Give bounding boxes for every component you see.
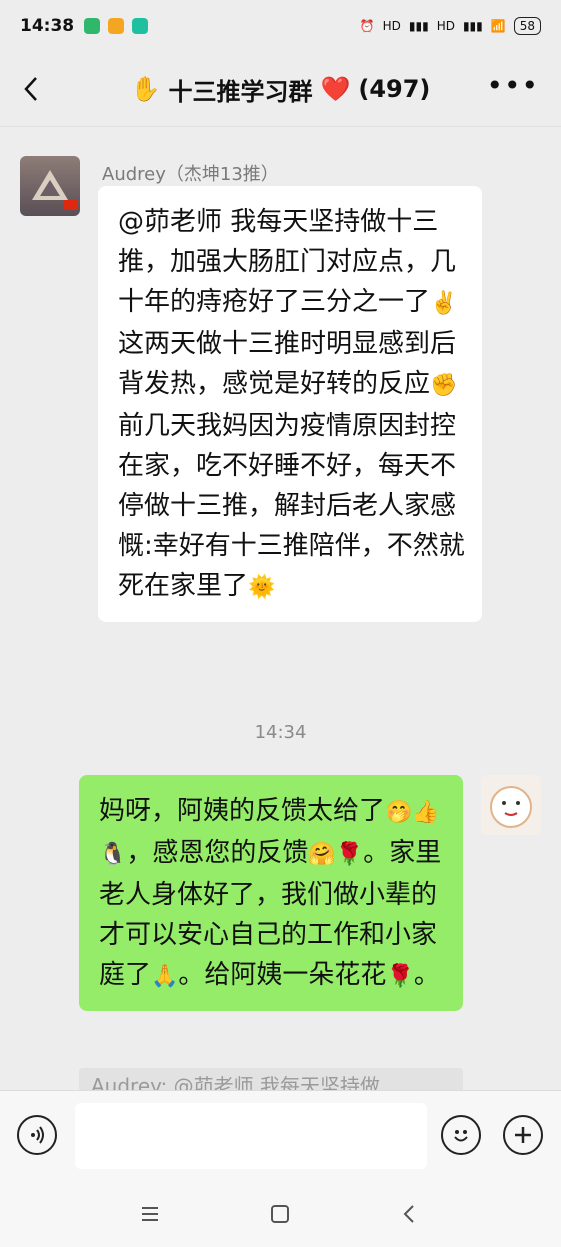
more-icon[interactable]: ••• — [486, 72, 539, 100]
member-count: (497) — [358, 75, 431, 103]
message-text: 。 — [413, 960, 440, 990]
system-nav-bar — [0, 1180, 561, 1247]
signal-icon: HD — [382, 19, 401, 33]
fist-emoji: ✊ — [430, 373, 458, 398]
voice-icon[interactable] — [17, 1115, 57, 1155]
alarm-icon: ⏰ — [359, 19, 375, 33]
home-icon[interactable] — [268, 1202, 292, 1226]
message-text: @茆老师 我每天坚持做十三推，加强大肠肛门对应点，几十年的痔疮好了三分之一了 — [118, 207, 457, 317]
signal-icon: HD — [436, 19, 455, 33]
message-text: ，感恩您的反馈 — [126, 838, 309, 868]
group-name: 十三推学习群 — [168, 77, 313, 106]
avatar[interactable] — [481, 775, 541, 835]
wifi-icon: 📶 — [490, 19, 506, 33]
emoji-icon[interactable] — [441, 1115, 481, 1155]
chat-title: ✋ 十三推学习群 ❤️ (497) — [131, 72, 431, 107]
chevron-left-icon[interactable] — [18, 72, 48, 106]
thumbs-up-emoji: 👍 — [412, 800, 440, 825]
battery-icon: 58 — [513, 17, 541, 35]
menu-icon[interactable] — [138, 1202, 162, 1226]
message-text: 。给阿姨一朵花花 — [178, 960, 387, 990]
incoming-message-bubble[interactable]: @茆老师 我每天坚持做十三推，加强大肠肛门对应点，几十年的痔疮好了三分之一了✌️… — [98, 186, 482, 622]
penguin-emoji: 🐧 — [99, 842, 127, 867]
rose-emoji: 🌹 — [386, 964, 414, 989]
heart-emoji: ❤️ — [320, 75, 351, 103]
hand-emoji: ✋ — [130, 75, 161, 103]
rose-emoji: 🌹 — [335, 842, 364, 867]
status-time: 14:38 — [20, 16, 75, 36]
message-text: 前几天我妈因为疫情原因封控在家，吃不好睡不好，每天不停做十三推，解封后老人家感慨… — [118, 411, 465, 601]
status-right: ⏰ HD ▮▮▮ HD ▮▮▮ 📶 58 — [360, 17, 541, 35]
input-bar — [0, 1090, 561, 1181]
outgoing-message-bubble[interactable]: 妈呀，阿姨的反馈太给了🤭👍🐧，感恩您的反馈🤗🌹。家里老人身体好了，我们做小辈的才… — [79, 775, 463, 1011]
message-text: 妈呀，阿姨的反馈太给了 — [99, 796, 386, 826]
app-notification-icon — [84, 18, 101, 34]
back-icon[interactable] — [398, 1202, 422, 1226]
quoted-message[interactable]: Audrey: @茆老师 我每天坚持做 — [79, 1068, 463, 1092]
signal-bars-icon: ▮▮▮ — [408, 19, 429, 33]
message-timestamp: 14:34 — [254, 722, 307, 743]
pray-emoji: 🙏 — [151, 964, 179, 989]
giggle-emoji: 🤭 — [385, 800, 413, 825]
signal-bars-icon: ▮▮▮ — [462, 19, 483, 33]
victory-emoji: ✌️ — [430, 291, 458, 316]
hug-emoji: 🤗 — [308, 842, 336, 867]
avatar[interactable] — [20, 156, 80, 216]
sender-name: Audrey（杰坤13推） — [102, 164, 279, 185]
plus-icon[interactable] — [503, 1115, 543, 1155]
status-bar: 14:38 ⏰ HD ▮▮▮ HD ▮▮▮ 📶 58 — [0, 0, 561, 52]
message-input[interactable] — [75, 1103, 427, 1169]
sun-emoji: 🌞 — [248, 575, 276, 600]
message-text: 这两天做十三推时明显感到后背发热，感觉是好转的反应 — [118, 329, 457, 399]
chat-header: ✋ 十三推学习群 ❤️ (497) ••• — [0, 52, 561, 127]
app-notification-icon — [108, 18, 125, 34]
app-notification-icon — [132, 18, 149, 34]
